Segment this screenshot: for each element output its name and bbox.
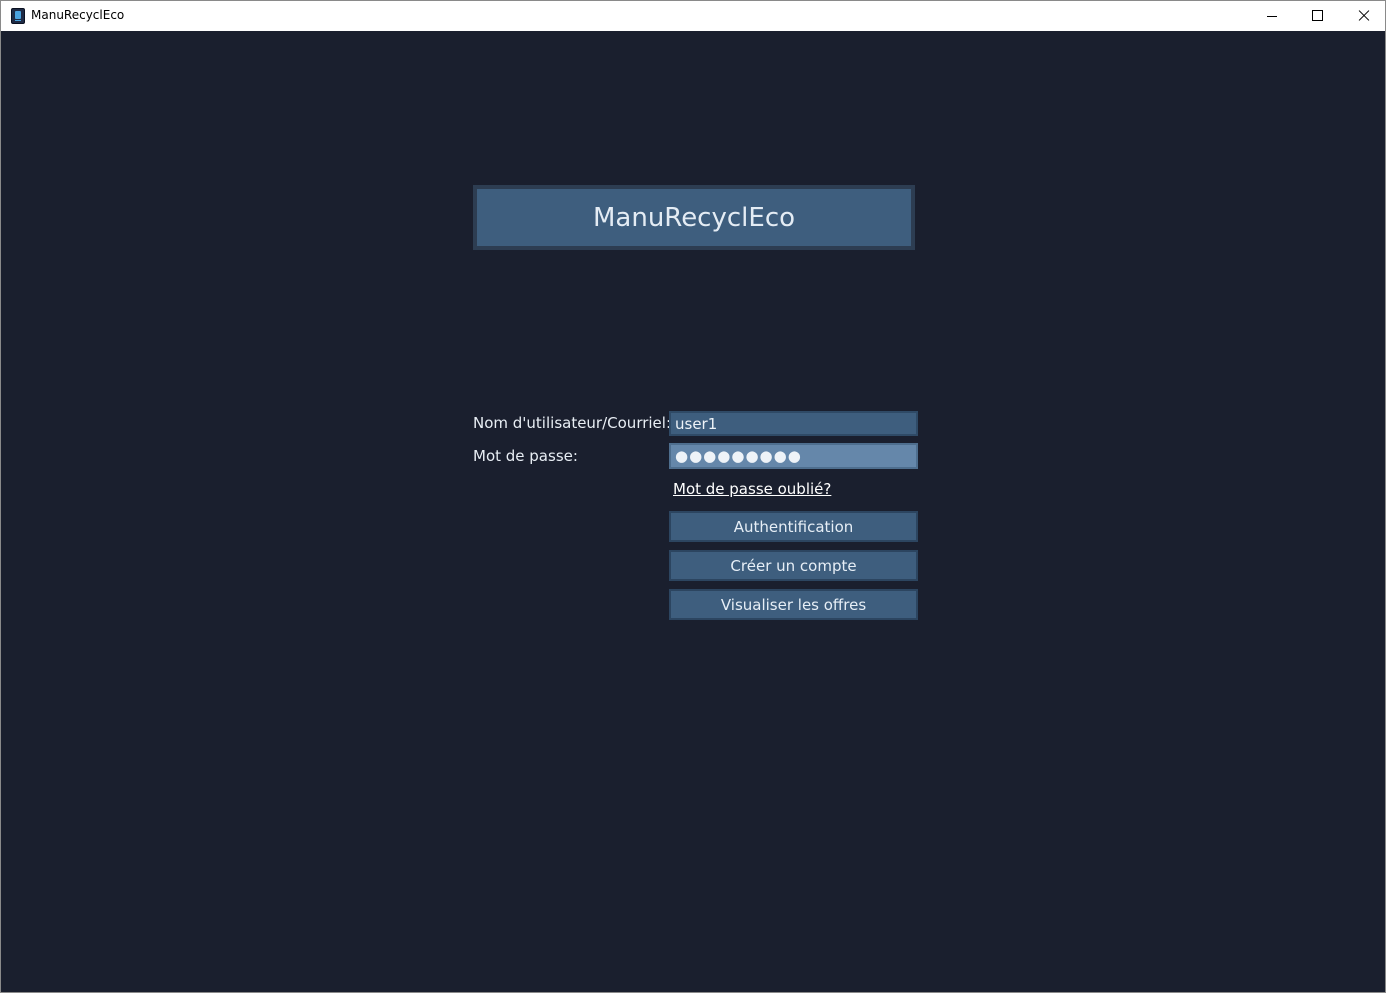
password-field[interactable] bbox=[669, 443, 918, 469]
create-account-button[interactable]: Créer un compte bbox=[669, 550, 918, 581]
login-screen: ManuRecyclEco Nom d'utilisateur/Courriel… bbox=[1, 31, 1385, 992]
view-offers-button[interactable]: Visualiser les offres bbox=[669, 589, 918, 620]
username-field[interactable] bbox=[669, 411, 918, 436]
maximize-icon[interactable] bbox=[1295, 1, 1341, 31]
app-title-banner: ManuRecyclEco bbox=[473, 185, 915, 250]
app-window: ManuRecyclEco ManuRecyclEco Nom d'utilis… bbox=[0, 0, 1386, 993]
app-icon bbox=[11, 8, 25, 24]
window-title: ManuRecyclEco bbox=[31, 8, 125, 22]
minimize-icon[interactable] bbox=[1249, 1, 1295, 31]
password-label: Mot de passe: bbox=[473, 447, 578, 465]
title-bar[interactable]: ManuRecyclEco bbox=[1, 1, 1385, 31]
close-icon[interactable] bbox=[1341, 1, 1385, 31]
forgot-password-link[interactable]: Mot de passe oublié? bbox=[673, 480, 831, 498]
username-label: Nom d'utilisateur/Courriel: bbox=[473, 414, 672, 432]
authenticate-button[interactable]: Authentification bbox=[669, 511, 918, 542]
